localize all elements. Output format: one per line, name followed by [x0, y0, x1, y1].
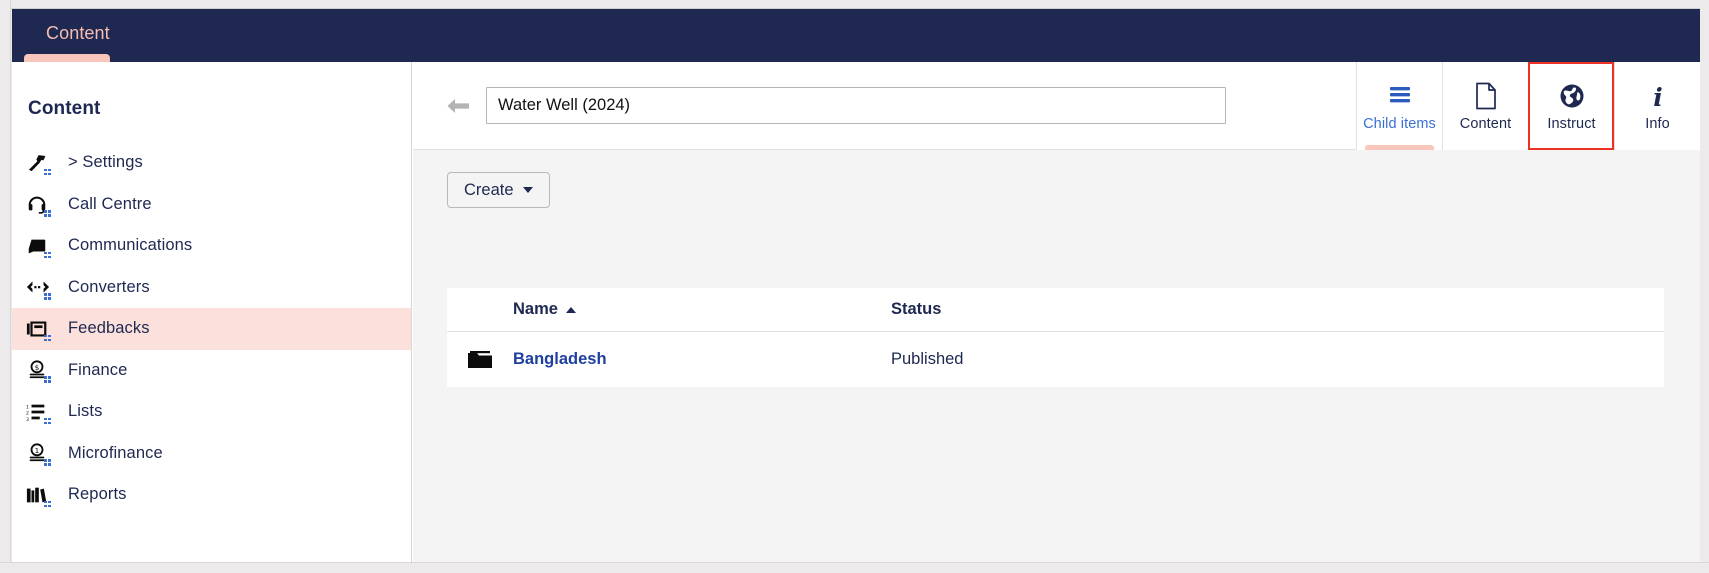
sidebar-title: Content	[28, 98, 101, 119]
svg-text:1: 1	[35, 446, 40, 455]
header-tab-active-indicator	[24, 54, 110, 62]
tab-label: Content	[1459, 116, 1512, 132]
coins-dollar-icon: $	[26, 357, 56, 383]
badge-dots-icon	[44, 210, 52, 218]
main-tabs: Child items Content Instruct i Info	[1356, 62, 1700, 150]
sidebar-item-label: Finance	[68, 360, 128, 379]
svg-text:3: 3	[26, 417, 29, 422]
svg-text:1: 1	[26, 404, 29, 410]
badge-dots-icon	[44, 376, 52, 384]
sidebar-item-label: Converters	[68, 277, 150, 296]
badge-dots-icon	[44, 500, 52, 509]
app-header-bar: Content	[12, 9, 1700, 62]
tab-label: Info	[1645, 116, 1670, 132]
sidebar-item-label: Lists	[68, 402, 103, 421]
svg-text:$: $	[35, 363, 40, 372]
sidebar-item-finance[interactable]: $ Finance	[12, 350, 411, 392]
feedback-icon	[26, 316, 56, 342]
tab-label: Child items	[1363, 116, 1436, 132]
sidebar-item-communications[interactable]: Communications	[12, 225, 411, 267]
globe-icon	[1559, 80, 1585, 112]
badge-dots-icon	[44, 293, 52, 301]
sidebar-item-settings[interactable]: > Settings	[12, 142, 411, 184]
tab-content[interactable]: Content	[1442, 62, 1528, 150]
table-cell-name[interactable]: Bangladesh	[513, 350, 891, 369]
tab-instruct[interactable]: Instruct	[1528, 62, 1614, 150]
table-header-name[interactable]: Name	[513, 300, 891, 319]
sidebar-item-reports[interactable]: Reports	[12, 474, 411, 516]
main-body: Create Name Status Bangladesh Published	[413, 150, 1700, 562]
badge-dots-icon	[44, 168, 52, 177]
sidebar: Content > Settings Call Centre Communica…	[12, 62, 412, 562]
sort-ascending-icon	[565, 306, 576, 313]
badge-dots-icon	[44, 251, 52, 260]
badge-dots-icon	[44, 459, 52, 467]
window-top-edge	[0, 0, 1709, 9]
sidebar-item-microfinance[interactable]: 1 Microfinance	[12, 433, 411, 475]
sidebar-item-label: Feedbacks	[68, 319, 150, 338]
table-row[interactable]: Bangladesh Published	[447, 332, 1664, 387]
window-right-edge	[1700, 0, 1709, 573]
create-button[interactable]: Create	[447, 172, 550, 208]
application-surface: Content Content > Settings Call Centre C…	[12, 9, 1700, 562]
main-header: Child items Content	[413, 62, 1700, 150]
title-input[interactable]	[486, 87, 1226, 124]
coins-one-icon: 1	[26, 440, 56, 466]
table-header-status[interactable]: Status	[891, 300, 1664, 319]
tab-info[interactable]: i Info	[1614, 62, 1700, 150]
svg-text:i: i	[1653, 83, 1663, 110]
wrench-icon	[26, 150, 56, 176]
info-i-icon: i	[1647, 80, 1669, 112]
header-tab-label: Content	[46, 23, 110, 43]
horizontal-scrollbar-track[interactable]	[0, 562, 1709, 573]
folder-icon	[447, 349, 513, 370]
numbered-list-icon: 1 2 3	[26, 399, 56, 425]
table-cell-status: Published	[891, 350, 964, 368]
badge-dots-icon	[44, 334, 52, 343]
main-panel: Child items Content	[413, 62, 1700, 562]
code-arrows-icon	[26, 274, 56, 300]
sidebar-item-label: > Settings	[68, 153, 143, 172]
chevron-down-icon	[522, 187, 533, 193]
table-header-status-label: Status	[891, 300, 942, 318]
svg-text:2: 2	[26, 411, 29, 417]
books-icon	[26, 482, 56, 508]
table-header-name-label: Name	[513, 300, 558, 318]
tab-label: Instruct	[1547, 116, 1596, 132]
sidebar-item-feedbacks[interactable]: Feedbacks	[12, 308, 411, 350]
list-lines-icon	[1387, 80, 1413, 112]
sidebar-item-label: Call Centre	[68, 194, 152, 213]
sidebar-item-converters[interactable]: Converters	[12, 267, 411, 309]
speech-bubble-icon	[26, 233, 56, 259]
sidebar-item-label: Reports	[68, 485, 127, 504]
sidebar-item-label: Microfinance	[68, 443, 163, 462]
sidebar-nav-list: > Settings Call Centre Communications Co…	[12, 142, 411, 516]
page-icon	[1474, 80, 1498, 112]
headset-icon	[26, 191, 56, 217]
table-header-row: Name Status	[447, 288, 1664, 332]
sidebar-item-lists[interactable]: 1 2 3 Lists	[12, 391, 411, 433]
create-button-label: Create	[464, 180, 514, 199]
tab-child-items[interactable]: Child items	[1356, 62, 1442, 150]
child-items-table: Name Status Bangladesh Published	[447, 288, 1664, 387]
badge-dots-icon	[44, 417, 52, 426]
vertical-scrollbar-track[interactable]	[0, 0, 11, 562]
sidebar-item-call-centre[interactable]: Call Centre	[12, 184, 411, 226]
sidebar-item-label: Communications	[68, 236, 193, 255]
toolbar: Create	[413, 150, 1700, 208]
arrow-left-icon[interactable]	[444, 92, 472, 120]
